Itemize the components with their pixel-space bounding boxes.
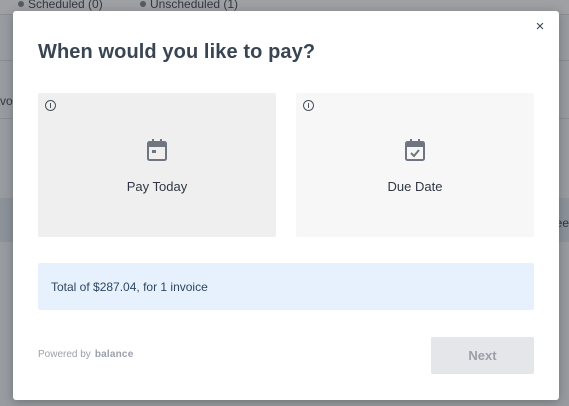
next-button[interactable]: Next [431,337,534,374]
info-icon[interactable] [45,100,56,111]
modal-title: When would you like to pay? [38,41,316,63]
powered-by-label: Powered by [38,349,91,360]
payment-summary: Total of $287.04, for 1 invoice [38,263,534,310]
balance-logo[interactable]: balance [95,349,134,360]
info-icon[interactable] [303,100,314,111]
pay-today-label: Pay Today [126,179,188,194]
close-icon[interactable]: × [533,19,547,34]
due-date-label: Due Date [387,179,443,194]
pay-today-option[interactable]: Pay Today [38,93,276,237]
payment-timing-modal: × When would you like to pay? Pay Today … [13,11,559,400]
calendar-check-icon [405,139,425,161]
calendar-icon [147,139,167,161]
payment-summary-text: Total of $287.04, for 1 invoice [51,280,208,294]
powered-by: Powered by balance [38,349,133,360]
due-date-option[interactable]: Due Date [296,93,534,237]
